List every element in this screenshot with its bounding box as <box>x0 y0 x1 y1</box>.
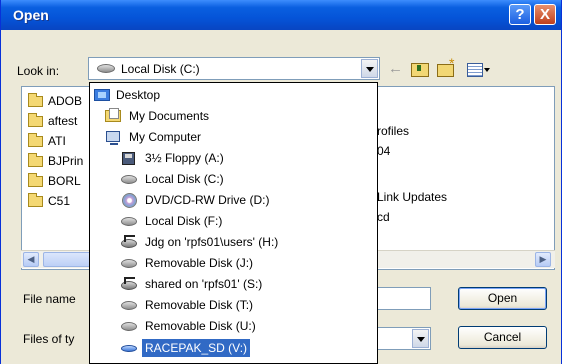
folder-icon <box>28 153 43 167</box>
hard-disk-icon <box>121 175 137 184</box>
dropdown-item-removable-j[interactable]: Removable Disk (J:) <box>90 254 377 272</box>
list-item[interactable]: Link Updates <box>377 189 447 205</box>
cancel-button[interactable]: Cancel <box>458 326 547 349</box>
folder-icon <box>28 193 43 207</box>
scroll-right-icon[interactable]: ▶ <box>535 252 551 267</box>
dialog-title: Open <box>13 7 49 23</box>
list-item[interactable]: BJPrin <box>28 153 83 169</box>
list-item[interactable]: cd <box>377 209 390 225</box>
dropdown-item-my-documents[interactable]: My Documents <box>90 107 377 125</box>
help-button[interactable]: ? <box>509 4 531 25</box>
new-folder-icon[interactable] <box>437 53 457 79</box>
folder-icon <box>28 113 43 127</box>
look-in-combo[interactable]: Local Disk (C:) <box>88 57 380 80</box>
folder-icon <box>28 133 43 147</box>
folder-icon <box>28 173 43 187</box>
close-button[interactable]: X <box>534 4 556 25</box>
chevron-down-icon[interactable] <box>361 59 378 78</box>
network-drive-icon <box>121 235 137 248</box>
removable-disk-icon <box>121 322 137 331</box>
chevron-down-icon[interactable] <box>412 329 429 348</box>
scroll-left-icon[interactable]: ◀ <box>23 252 39 267</box>
back-arrow-icon[interactable]: ← <box>388 59 403 79</box>
list-item[interactable]: ADOB <box>28 93 82 109</box>
file-name-label: File name <box>23 292 76 306</box>
dropdown-item-network-h[interactable]: Jdg on 'rpfs01\users' (H:) <box>90 233 377 251</box>
files-of-type-label: Files of ty <box>23 332 75 346</box>
look-in-value: Local Disk (C:) <box>121 62 200 76</box>
dropdown-item-racepak-v[interactable]: RACEPAK_SD (V:) <box>90 339 377 357</box>
dropdown-item-local-disk-c[interactable]: Local Disk (C:) <box>90 170 377 188</box>
usb-drive-icon <box>121 345 137 352</box>
open-dialog: Open ? X Look in: Local Disk (C:) ← ADOB… <box>0 0 562 364</box>
removable-disk-icon <box>121 259 137 268</box>
hard-disk-icon <box>97 64 115 73</box>
list-item[interactable]: aftest <box>28 113 77 129</box>
my-documents-icon <box>105 108 121 122</box>
up-folder-icon[interactable] <box>411 59 429 79</box>
floppy-icon <box>122 152 135 165</box>
look-in-dropdown-list[interactable]: Desktop My Documents My Computer 3½ Flop… <box>89 82 378 364</box>
look-in-label: Look in: <box>17 64 60 78</box>
list-item[interactable]: rofiles <box>377 123 409 139</box>
views-menu-icon[interactable] <box>467 59 493 79</box>
desktop-icon <box>94 89 110 101</box>
dvd-drive-icon <box>122 193 137 208</box>
title-bar[interactable]: Open ? X <box>1 0 561 30</box>
dropdown-item-removable-t[interactable]: Removable Disk (T:) <box>90 296 377 314</box>
dropdown-item-desktop[interactable]: Desktop <box>90 86 377 104</box>
network-drive-icon <box>121 277 137 290</box>
my-computer-icon <box>106 131 120 145</box>
folder-icon <box>28 93 43 107</box>
dropdown-item-local-disk-f[interactable]: Local Disk (F:) <box>90 212 377 230</box>
open-button[interactable]: Open <box>458 287 547 310</box>
dropdown-item-floppy-a[interactable]: 3½ Floppy (A:) <box>90 149 377 167</box>
list-item[interactable]: C51 <box>28 193 70 209</box>
dropdown-item-my-computer[interactable]: My Computer <box>90 128 377 146</box>
list-item[interactable]: ATI <box>28 133 66 149</box>
list-item[interactable]: BORL <box>28 173 81 189</box>
list-item[interactable]: 04 <box>377 143 390 159</box>
dropdown-item-network-s[interactable]: shared on 'rpfs01' (S:) <box>90 275 377 293</box>
dropdown-item-dvd-d[interactable]: DVD/CD-RW Drive (D:) <box>90 191 377 209</box>
dropdown-item-removable-u[interactable]: Removable Disk (U:) <box>90 317 377 335</box>
removable-disk-icon <box>121 301 137 310</box>
hard-disk-icon <box>121 217 137 226</box>
